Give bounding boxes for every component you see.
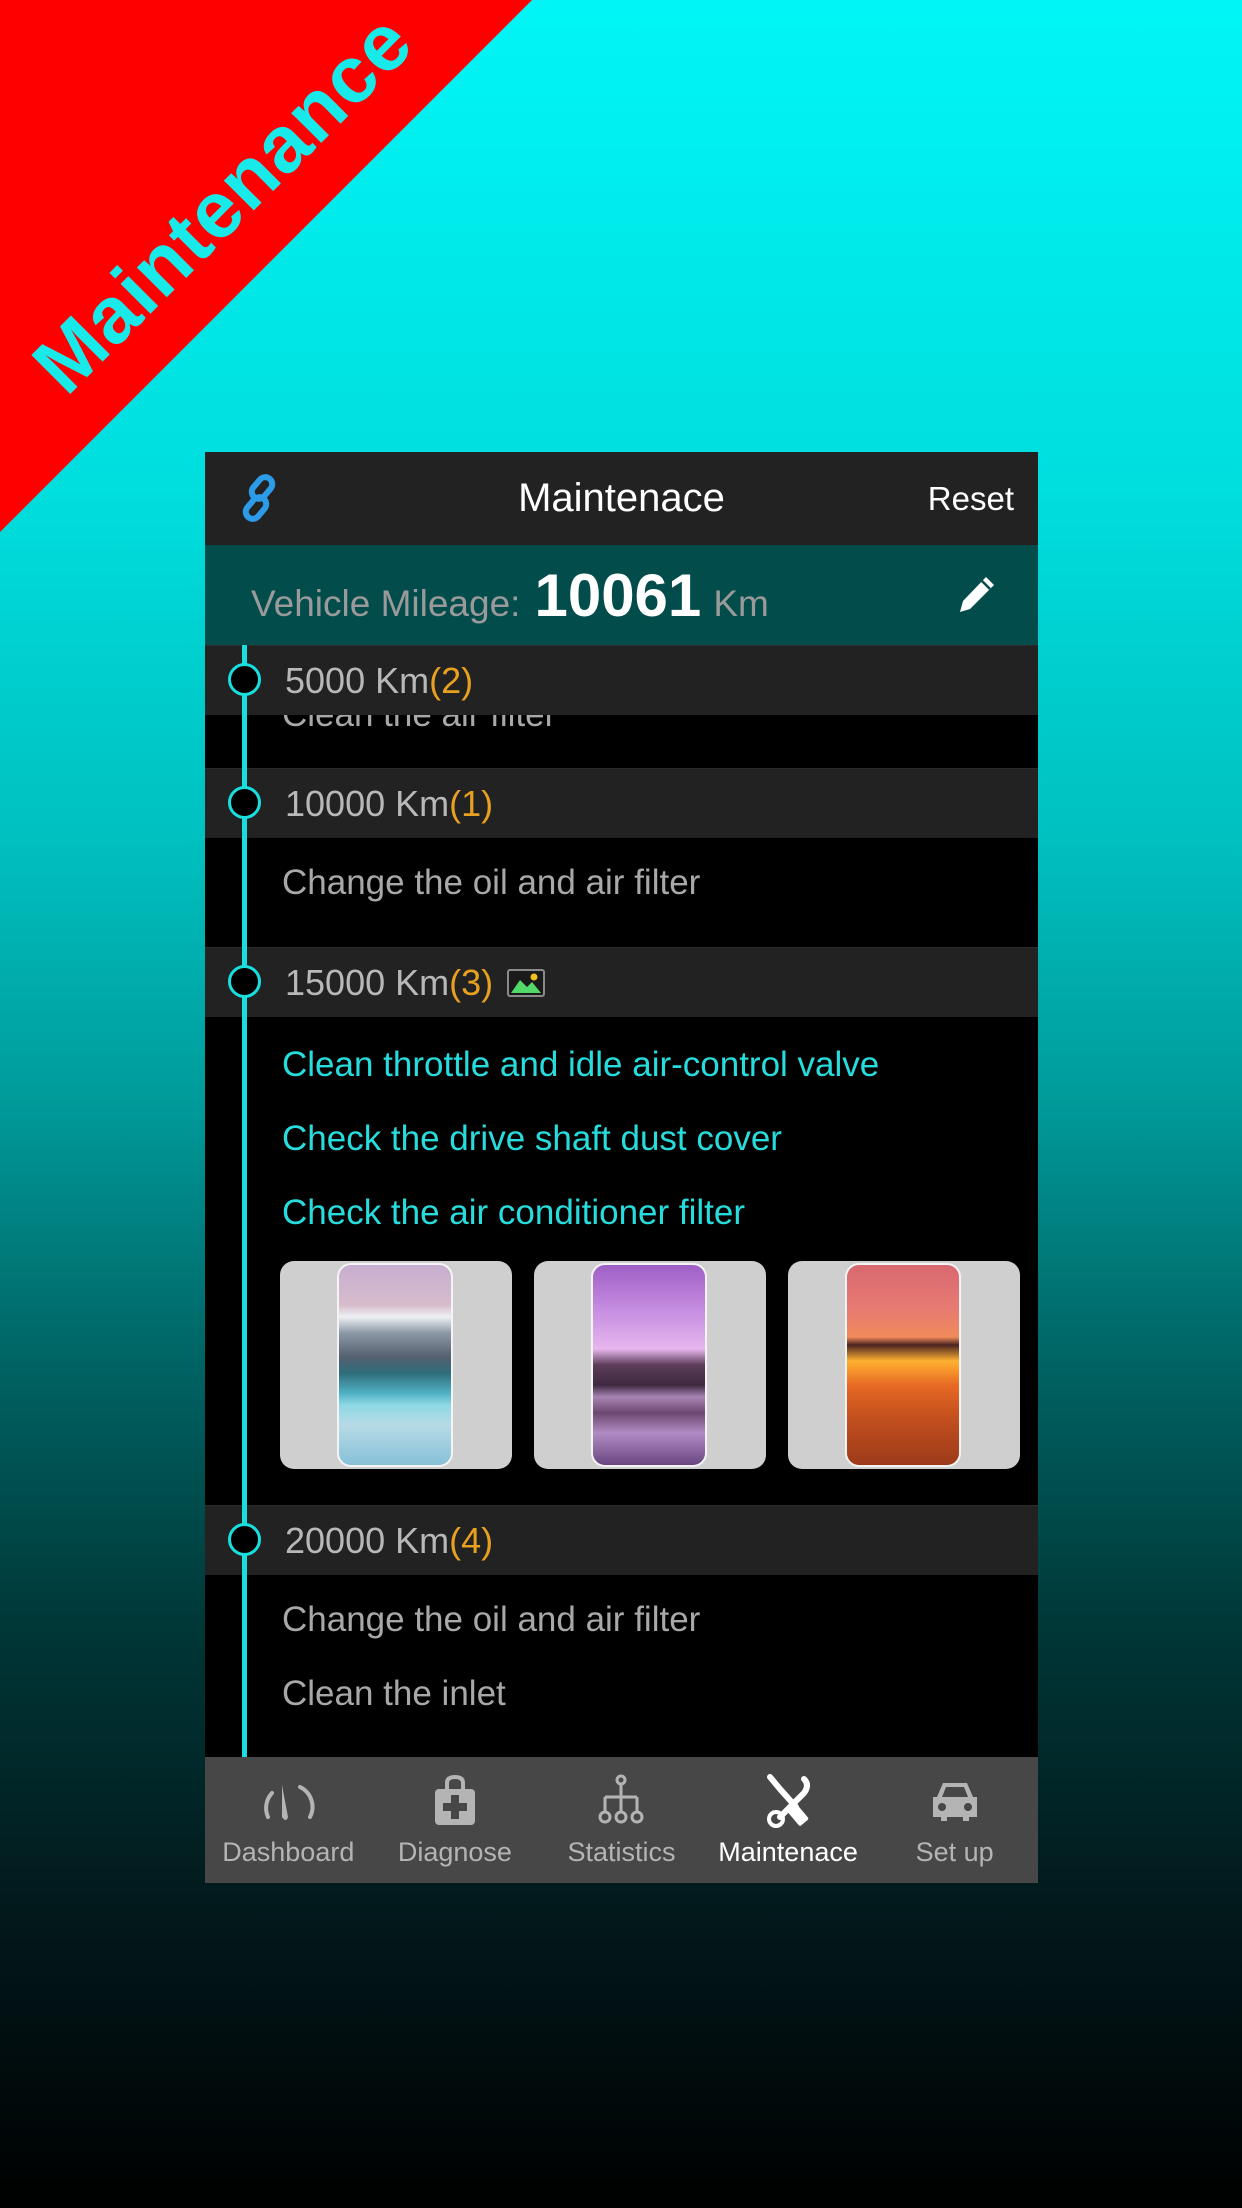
task-item[interactable]: Clean throttle and idle air-control valv…	[282, 1045, 879, 1085]
section-count: (4)	[449, 1519, 494, 1561]
image-icon	[507, 968, 546, 997]
nav-item-maintenance[interactable]: Maintenace	[705, 1757, 872, 1883]
top-bar: Maintenace Reset	[205, 452, 1038, 545]
reset-button[interactable]: Reset	[928, 452, 1014, 545]
maintenance-timeline[interactable]: Clean the air filter 5000 Km (2) 10000 K…	[205, 645, 1038, 1757]
section-header[interactable]: 5000 Km (2)	[205, 645, 1038, 715]
section-count: (3)	[449, 961, 494, 1003]
nav-item-diagnose[interactable]: Diagnose	[372, 1757, 539, 1883]
timeline-node	[228, 1523, 261, 1556]
task-item[interactable]: Check the air conditioner filter	[282, 1193, 745, 1233]
car-icon	[932, 1783, 977, 1821]
section-km: 10000 Km	[285, 782, 450, 824]
nav-label: Maintenace	[718, 1837, 858, 1867]
page-title: Maintenace	[518, 476, 725, 520]
bottom-nav: Dashboard Diagnose Statistics Maintenace…	[205, 1757, 1038, 1883]
timeline-node	[228, 663, 261, 696]
task-item[interactable]: Check the drive shaft dust cover	[282, 1119, 782, 1159]
nav-label: Set up	[915, 1837, 994, 1867]
timeline-node	[228, 965, 261, 998]
photo-thumbnail[interactable]	[788, 1261, 1020, 1469]
section-km: 20000 Km	[285, 1519, 450, 1561]
nav-label: Statistics	[567, 1837, 676, 1867]
task-item[interactable]: Clean the inlet	[282, 1674, 506, 1714]
mileage-label: Vehicle Mileage:	[251, 583, 521, 624]
section-header[interactable]: 15000 Km (3)	[205, 947, 1038, 1017]
section-count: (1)	[449, 782, 494, 824]
app-screen: Maintenace Reset Vehicle Mileage: 10061 …	[205, 452, 1038, 1883]
section-body: Clean the air filter	[205, 715, 1038, 768]
section-header[interactable]: 20000 Km (4)	[205, 1505, 1038, 1575]
nav-item-statistics[interactable]: Statistics	[538, 1757, 705, 1883]
gauge-icon	[264, 1785, 315, 1820]
hierarchy-icon	[598, 1774, 644, 1824]
mileage-value: 10061	[534, 562, 702, 629]
task-item[interactable]: Change the oil and air filter	[282, 863, 700, 903]
photo-thumbnail[interactable]	[534, 1261, 766, 1469]
mileage-unit: Km	[713, 583, 769, 624]
section-header[interactable]: 10000 Km (1)	[205, 768, 1038, 838]
section-km: 15000 Km	[285, 961, 450, 1003]
task-item[interactable]: Clean the air filter	[282, 715, 556, 735]
nav-label: Dashboard	[222, 1837, 355, 1867]
wrench-screwdriver-icon	[767, 1774, 811, 1828]
medical-kit-icon	[434, 1774, 475, 1825]
photo-thumbnail[interactable]	[280, 1261, 512, 1469]
mountain-lake-photo	[337, 1263, 453, 1467]
purple-lake-photo	[591, 1263, 707, 1467]
sunset-pier-photo	[845, 1263, 961, 1467]
vehicle-mileage-bar: Vehicle Mileage: 10061 Km	[205, 545, 1038, 645]
section-count: (2)	[429, 659, 474, 701]
task-item[interactable]: Change the oil and air filter	[282, 1600, 700, 1640]
pencil-icon[interactable]	[956, 573, 998, 615]
timeline-node	[228, 786, 261, 819]
nav-item-dashboard[interactable]: Dashboard	[205, 1757, 372, 1883]
nav-item-setup[interactable]: Set up	[871, 1757, 1038, 1883]
section-km: 5000 Km	[285, 659, 430, 701]
nav-label: Diagnose	[397, 1837, 512, 1867]
